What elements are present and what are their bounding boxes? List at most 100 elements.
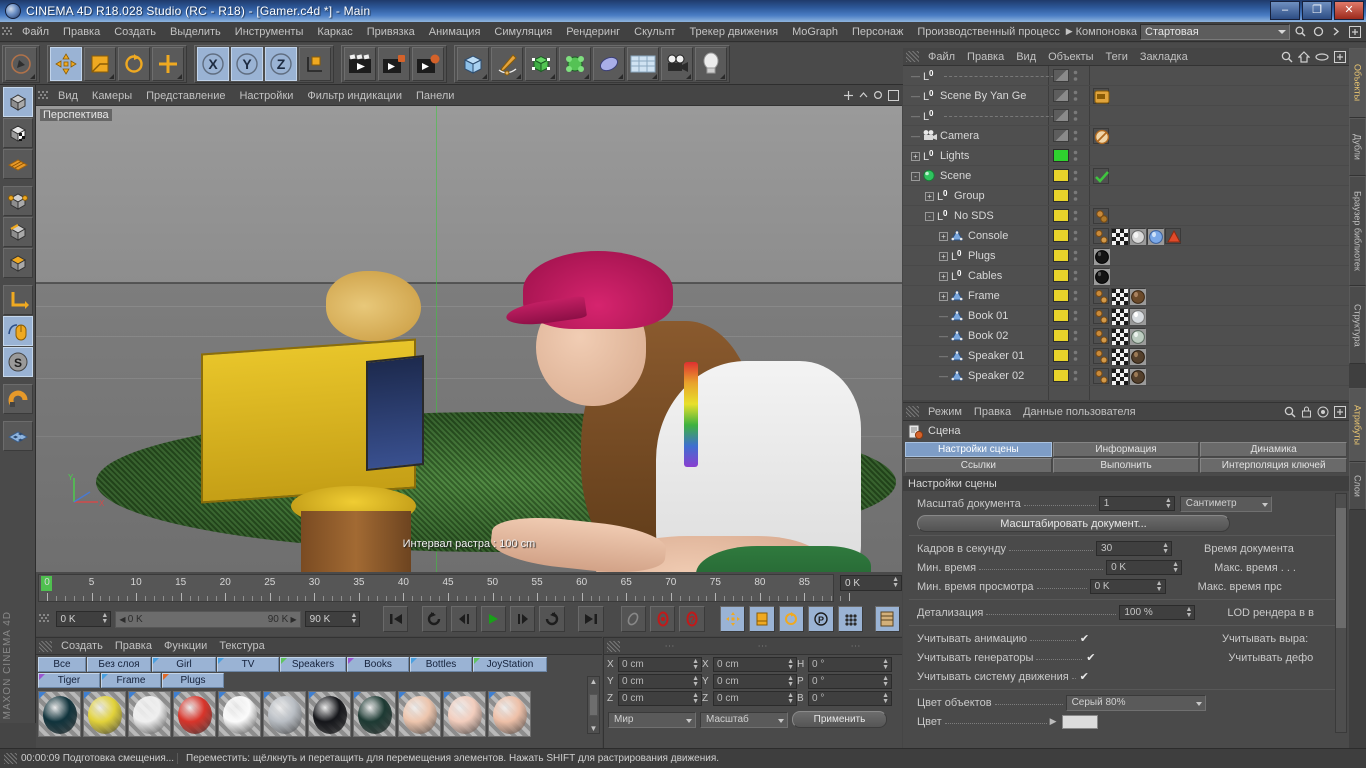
menu-item-select[interactable]: Выделить	[163, 24, 228, 40]
tab-links[interactable]: Ссылки	[905, 458, 1052, 473]
expand-arrow-icon[interactable]: ▶	[1050, 716, 1057, 727]
input-min-time[interactable]: 0 K ▲▼	[1106, 560, 1182, 575]
texture-mode-button[interactable]	[3, 118, 33, 148]
texture-checker[interactable]	[1111, 228, 1127, 244]
coordinate-input[interactable]: 0 cm▲▼	[713, 657, 797, 672]
object-row[interactable]: -L0No SDS	[903, 206, 1349, 226]
tree-expander[interactable]: +	[937, 231, 950, 241]
vtab-layers[interactable]: Слои	[1349, 462, 1366, 510]
maximize-button[interactable]: ❐	[1302, 1, 1332, 20]
step-back-button[interactable]	[451, 606, 476, 632]
record-parameter-button[interactable]	[838, 606, 863, 632]
scale-document-button[interactable]: Масштабировать документ...	[917, 515, 1230, 532]
object-row[interactable]: +Frame	[903, 286, 1349, 306]
play-button[interactable]	[481, 606, 506, 632]
scale-tool-button[interactable]	[84, 47, 116, 81]
attribute-scrollbar[interactable]	[1335, 493, 1347, 733]
object-visibility-dots[interactable]	[1073, 250, 1078, 262]
timeline-ruler[interactable]: 051015202530354045505560657075808590	[38, 574, 834, 602]
checkbox-use-motion-system[interactable]: ✔	[1079, 671, 1090, 682]
material-layer-tab[interactable]: TV	[217, 657, 279, 672]
material-skin[interactable]	[488, 691, 531, 737]
record-scale-button[interactable]	[749, 606, 774, 632]
object-menu-edit[interactable]: Правка	[961, 51, 1010, 63]
move-axis-button[interactable]	[152, 47, 184, 81]
object-row[interactable]: +L0Lights	[903, 146, 1349, 166]
material-layer-tab[interactable]: Все	[38, 657, 86, 672]
spinner-icon[interactable]: ▲▼	[892, 577, 899, 589]
step-forward-button[interactable]	[510, 606, 535, 632]
spinner-icon[interactable]: ▲▼	[1185, 607, 1192, 619]
light-button[interactable]	[695, 47, 727, 81]
add-layer-icon[interactable]	[1334, 51, 1346, 63]
coordinate-input[interactable]: 0 cm▲▼	[618, 691, 702, 706]
material-layer-tab[interactable]: Без слоя	[87, 657, 151, 672]
object-row[interactable]: —Book 01	[903, 306, 1349, 326]
object-row[interactable]: —L0	[903, 106, 1349, 126]
material-layer-tab[interactable]: Girl	[152, 657, 216, 672]
viewport-solo-button[interactable]	[3, 316, 33, 346]
uvw-tag[interactable]	[1093, 328, 1109, 344]
object-row[interactable]: —Speaker 02	[903, 366, 1349, 386]
texture-speaker[interactable]	[1129, 368, 1145, 384]
menu-item-file[interactable]: Файл	[15, 24, 56, 40]
object-row[interactable]: +L0Plugs	[903, 246, 1349, 266]
layout-dropdown[interactable]: Стартовая	[1140, 24, 1290, 40]
search-icon[interactable]	[1281, 51, 1293, 63]
spinner-icon[interactable]: ▲▼	[1165, 498, 1172, 510]
coordinate-input[interactable]: 0 cm▲▼	[713, 691, 797, 706]
object-row[interactable]: —Book 02	[903, 326, 1349, 346]
object-row[interactable]: -Scene	[903, 166, 1349, 186]
tab-key-interpolation[interactable]: Интерполяция ключей	[1200, 458, 1347, 473]
material-menu-edit[interactable]: Правка	[109, 640, 158, 652]
input-detail-level[interactable]: 100 % ▲▼	[1119, 605, 1195, 620]
object-visibility-dots[interactable]	[1073, 70, 1078, 82]
minimize-button[interactable]: –	[1270, 1, 1300, 20]
object-visibility-color[interactable]	[1053, 329, 1069, 342]
material-layer-tab[interactable]: Plugs	[162, 673, 224, 688]
material-layer-tab[interactable]: Tiger	[38, 673, 100, 688]
menu-item-animation[interactable]: Анимация	[422, 24, 488, 40]
object-visibility-dots[interactable]	[1073, 310, 1078, 322]
coordinate-input[interactable]: 0 °▲▼	[808, 657, 892, 672]
texture-blue[interactable]	[1147, 228, 1163, 244]
object-visibility-dots[interactable]	[1073, 270, 1078, 282]
object-menu-tags[interactable]: Теги	[1100, 51, 1134, 63]
tab-information[interactable]: Информация	[1053, 442, 1200, 457]
record-rotation-button[interactable]	[779, 606, 804, 632]
camera-button[interactable]	[661, 47, 693, 81]
axis-x-button[interactable]: X	[197, 47, 229, 81]
spinner-icon[interactable]: ▲▼	[882, 676, 889, 688]
uvw-tag[interactable]	[1093, 308, 1109, 324]
polygon-mode-button[interactable]	[3, 248, 33, 278]
tab-execute[interactable]: Выполнить	[1053, 458, 1200, 473]
texture-black[interactable]	[1093, 248, 1109, 264]
object-row[interactable]: —Speaker 01	[903, 346, 1349, 366]
rotate-tool-button[interactable]	[118, 47, 150, 81]
menu-item-sculpt[interactable]: Скульпт	[627, 24, 682, 40]
magnet-snap-button[interactable]	[3, 384, 33, 414]
search-icon[interactable]	[1284, 406, 1296, 418]
material-skin-light[interactable]	[443, 691, 486, 737]
object-visibility-dots[interactable]	[1073, 350, 1078, 362]
texture-black[interactable]	[1093, 268, 1109, 284]
object-visibility-color[interactable]	[1053, 149, 1069, 162]
layout-expand-arrow-icon[interactable]: ▶	[1066, 26, 1073, 37]
object-visibility-color[interactable]	[1053, 349, 1069, 362]
menu-item-mograph[interactable]: MoGraph	[785, 24, 845, 40]
object-visibility-color[interactable]	[1053, 249, 1069, 262]
undo-redo-button[interactable]	[5, 47, 37, 81]
material-yellow[interactable]	[83, 691, 126, 737]
spinner-icon[interactable]: ▲▼	[882, 659, 889, 671]
vtab-content-browser[interactable]: Браузер библиотек	[1349, 176, 1366, 286]
spinner-icon[interactable]: ▲▼	[101, 613, 108, 625]
texture-wood[interactable]	[1129, 288, 1145, 304]
close-button[interactable]: ✕	[1334, 1, 1364, 20]
object-visibility-color[interactable]	[1053, 109, 1069, 122]
spinner-icon[interactable]: ▲▼	[787, 659, 794, 671]
object-visibility-dots[interactable]	[1073, 130, 1078, 142]
search-icon[interactable]	[1293, 24, 1308, 39]
object-visibility-dots[interactable]	[1073, 190, 1078, 202]
render-settings-button[interactable]	[412, 47, 444, 81]
object-tree-list[interactable]: —L0—L0Scene By Yan Ge—L0—Camera+L0Lights…	[903, 66, 1349, 400]
